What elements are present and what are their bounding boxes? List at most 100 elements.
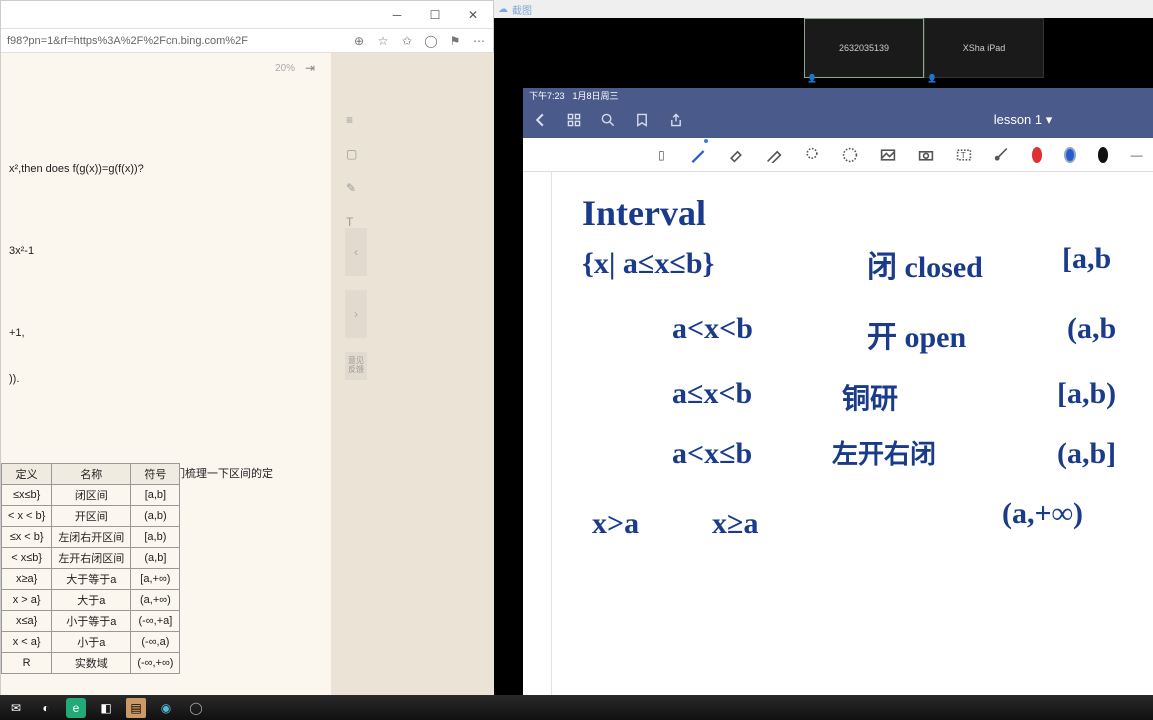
lasso-icon[interactable] — [804, 145, 820, 165]
edit-icon[interactable]: ✎ — [346, 181, 364, 199]
note-canvas[interactable]: Interval {x| a≤x≤b} 闭 closed [a,b a<x<b … — [551, 172, 1153, 695]
highlighter-icon[interactable] — [766, 145, 782, 165]
user-badge: 👤 — [807, 74, 817, 83]
url-input[interactable] — [7, 35, 343, 47]
reader-sidebar: ≡ ▢ ✎ T ‹ › 意见反馈 — [331, 53, 495, 696]
hw-text: a≤x<b — [672, 377, 752, 411]
table-row: R实数域(-∞,+∞) — [2, 653, 180, 674]
chevron-down-icon: ▾ — [1046, 112, 1053, 127]
thumb-secondary[interactable]: XSha iPad👤 — [924, 18, 1044, 78]
textbox-icon[interactable]: T — [956, 145, 972, 165]
hw-text: x>a — [592, 507, 639, 541]
document-title[interactable]: lesson 1 ▾ — [903, 112, 1143, 128]
th-definition: 定义 — [2, 464, 52, 485]
feedback-button[interactable]: 意见反馈 — [345, 352, 367, 380]
table-row: < x < b}开区间(a,b) — [2, 506, 180, 527]
hw-text: (a,b] — [1057, 437, 1116, 471]
table-row: < x≤b}左开右闭区间(a,b] — [2, 548, 180, 569]
ruler-icon[interactable] — [994, 145, 1010, 165]
minimize-button[interactable]: ─ — [387, 5, 407, 25]
hw-text: (a,+∞) — [1002, 497, 1083, 531]
browser-titlebar: ─ ☐ ✕ — [1, 1, 493, 29]
hw-text: Interval — [582, 192, 706, 234]
doc-text: x²,then does f(g(x))=g(f(x))? — [9, 163, 323, 175]
grid-icon[interactable] — [567, 113, 581, 127]
notes-icon[interactable]: ▤ — [126, 698, 146, 718]
ipad-time: 下午7:23 — [529, 89, 565, 102]
circle-icon[interactable]: ◯ — [186, 698, 206, 718]
steam-icon[interactable]: ◐ — [36, 698, 56, 718]
profile-icon[interactable]: ◯ — [423, 33, 439, 49]
doc-text: +1, — [9, 327, 323, 339]
table-row: x < a}小于a(-∞,a) — [2, 632, 180, 653]
next-page-button[interactable]: › — [345, 290, 367, 338]
doc-text: )). — [9, 373, 323, 385]
cloud-icon: ☁ — [498, 4, 508, 15]
page-icon[interactable]: ▯ — [655, 145, 668, 165]
camera-icon[interactable] — [918, 145, 934, 165]
hw-text: 开 open — [867, 312, 966, 356]
color-blue[interactable] — [1064, 147, 1076, 163]
zoom-level: 20% — [275, 63, 295, 74]
flag-icon[interactable]: ⚑ — [447, 33, 463, 49]
back-icon[interactable] — [533, 113, 547, 127]
hw-text: a<x<b — [672, 312, 753, 346]
search-icon[interactable] — [601, 113, 615, 127]
star-icon[interactable]: ☆ — [375, 33, 391, 49]
th-name: 名称 — [52, 464, 131, 485]
ipad-screen: 下午7:23 1月8日周三 lesson 1 ▾ ▯ T — Interval … — [523, 88, 1153, 695]
favorite-icon[interactable]: ✩ — [399, 33, 415, 49]
browser-window: ─ ☐ ✕ ⊕ ☆ ✩ ◯ ⚑ ⋯ 20% ⇥ x²,then does f(g… — [0, 0, 494, 695]
shape-icon[interactable] — [842, 145, 858, 165]
hw-text: 铜研 — [842, 377, 898, 417]
ipad-toolbar: ▯ T — — [523, 138, 1153, 172]
bookmark-icon[interactable] — [635, 113, 649, 127]
th-symbol: 符号 — [131, 464, 180, 485]
hw-text: {x| a≤x≤b} — [582, 247, 714, 281]
hw-text: [a,b — [1062, 242, 1111, 276]
remote-app-label: 截图 — [512, 2, 532, 17]
interval-table: 定义 名称 符号 ≤x≤b}闭区间[a,b] < x < b}开区间(a,b) … — [1, 463, 180, 674]
table-row: x > a}大于a(a,+∞) — [2, 590, 180, 611]
close-button[interactable]: ✕ — [463, 5, 483, 25]
list-icon[interactable]: ≡ — [346, 113, 364, 131]
table-row: x≤a}小于等于a(-∞,+a] — [2, 611, 180, 632]
hw-text: x≥a — [712, 507, 758, 541]
snap-icon[interactable]: ⇥ — [305, 61, 321, 77]
remote-thumbnails: 2632035139👤 XSha iPad👤 — [494, 18, 1153, 88]
svg-text:T: T — [961, 151, 966, 160]
app-icon[interactable]: ◧ — [96, 698, 116, 718]
browser-icon[interactable]: ◉ — [156, 698, 176, 718]
taskbar: ✉ ◐ e ◧ ▤ ◉ ◯ — [0, 695, 1153, 720]
hw-text: 闭 closed — [867, 242, 983, 286]
eraser-icon[interactable] — [728, 145, 744, 165]
table-row: ≤x < b}左闭右开区间[a,b) — [2, 527, 180, 548]
table-row: x≥a}大于等于a[a,+∞) — [2, 569, 180, 590]
table-row: ≤x≤b}闭区间[a,b] — [2, 485, 180, 506]
document-area: 20% ⇥ x²,then does f(g(x))=g(f(x))? 3x²-… — [1, 53, 331, 696]
remote-titlebar: ☁ 截图 — [494, 0, 1153, 18]
doc-text: 3x²-1 — [9, 245, 323, 257]
address-bar: ⊕ ☆ ✩ ◯ ⚑ ⋯ — [1, 29, 493, 53]
bookmark-icon[interactable]: ▢ — [346, 147, 364, 165]
user-badge: 👤 — [927, 74, 937, 83]
ipad-navbar: lesson 1 ▾ — [523, 102, 1153, 138]
hw-text: (a,b — [1067, 312, 1116, 346]
zoom-icon[interactable]: ⊕ — [351, 33, 367, 49]
color-red[interactable] — [1032, 147, 1042, 163]
mail-icon[interactable]: ✉ — [6, 698, 26, 718]
line-thin-icon[interactable]: — — [1130, 145, 1143, 165]
ipad-statusbar: 下午7:23 1月8日周三 — [523, 88, 1153, 102]
maximize-button[interactable]: ☐ — [425, 5, 445, 25]
more-icon[interactable]: ⋯ — [471, 33, 487, 49]
pen-icon[interactable] — [690, 145, 706, 165]
prev-page-button[interactable]: ‹ — [345, 228, 367, 276]
share-icon[interactable] — [669, 113, 683, 127]
thumb-active[interactable]: 2632035139👤 — [804, 18, 924, 78]
hw-text: 左开右闭 — [832, 434, 936, 471]
hw-text: a<x≤b — [672, 437, 752, 471]
image-icon[interactable] — [880, 145, 896, 165]
color-black[interactable] — [1098, 147, 1108, 163]
edge-icon[interactable]: e — [66, 698, 86, 718]
hw-text: [a,b) — [1057, 377, 1116, 411]
